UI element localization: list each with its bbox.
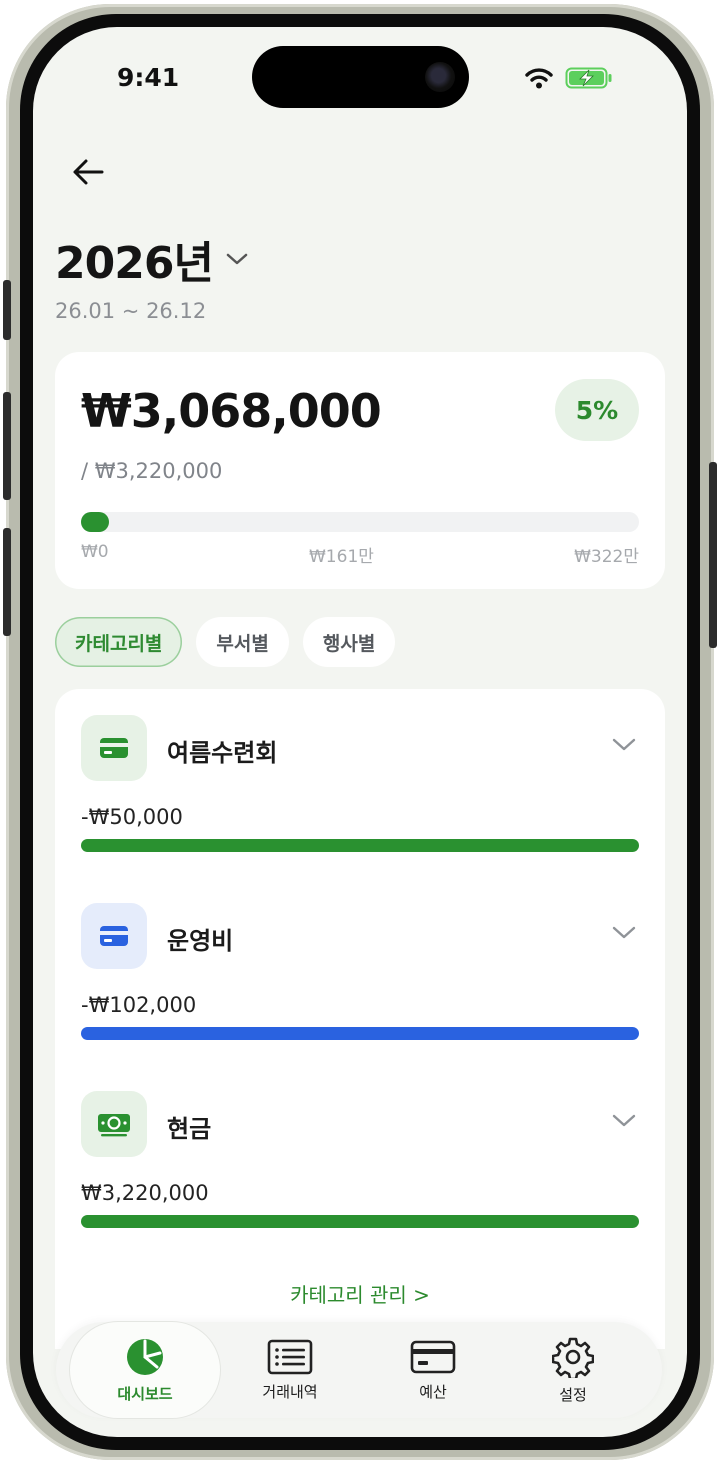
nav-dashboard[interactable]: 대시보드	[70, 1322, 220, 1418]
total-amount: ₩3,068,000	[81, 384, 382, 438]
progress-fill	[81, 512, 109, 532]
scale-min: ₩0	[81, 542, 109, 562]
category-icon-box	[81, 715, 147, 781]
manage-categories-link[interactable]: 카테고리 관리 >	[55, 1279, 665, 1308]
battery-charging-icon	[565, 67, 612, 89]
percent-badge: 5%	[555, 379, 639, 441]
list-icon	[267, 1339, 313, 1374]
tab-department[interactable]: 부서별	[196, 617, 289, 667]
category-amount: -₩102,000	[81, 993, 197, 1017]
category-name: 여름수련회	[167, 739, 278, 767]
nav-label: 예산	[419, 1382, 447, 1401]
arrow-left-icon	[73, 159, 104, 185]
summary-card: ₩3,068,000 5% / ₩3,220,000 ₩0 ₩161만 ₩322…	[55, 352, 665, 589]
chevron-down-icon[interactable]	[611, 737, 637, 753]
cash-icon	[98, 1114, 130, 1137]
status-icons	[525, 67, 613, 89]
category-list: 여름수련회 -₩50,000 운영비 -₩102,000 현금 ₩3,220,0…	[55, 689, 665, 1349]
card-icon	[100, 926, 128, 946]
budget-amount: / ₩3,220,000	[81, 459, 223, 483]
app-screen: 9:41 2026년 26.01 ~ 26.12 ₩3,068,000 5% /…	[33, 27, 687, 1437]
view-tabs: 카테고리별 부서별 행사별	[55, 617, 396, 667]
tab-event[interactable]: 행사별	[302, 617, 396, 667]
card-icon	[100, 738, 128, 758]
nav-label: 대시보드	[117, 1384, 173, 1403]
side-button	[3, 280, 11, 340]
category-icon-box	[81, 1091, 147, 1157]
wifi-icon	[525, 68, 553, 89]
category-item[interactable]: 운영비 -₩102,000	[81, 903, 639, 1073]
dynamic-island	[252, 46, 469, 108]
camera-icon	[425, 62, 455, 92]
category-item[interactable]: 현금 ₩3,220,000	[81, 1091, 639, 1261]
nav-transactions[interactable]: 거래내역	[215, 1322, 365, 1418]
tab-category[interactable]: 카테고리별	[55, 617, 183, 667]
chevron-down-icon[interactable]	[611, 925, 637, 941]
progress-track	[81, 512, 639, 532]
scale-mid: ₩161만	[309, 547, 374, 567]
category-name: 현금	[167, 1115, 212, 1143]
nav-label: 거래내역	[262, 1382, 318, 1401]
page-title: 2026년	[55, 238, 214, 289]
year-selector[interactable]: 2026년	[55, 227, 249, 291]
nav-budget[interactable]: 예산	[358, 1322, 508, 1418]
period-range: 26.01 ~ 26.12	[55, 299, 207, 323]
category-amount: ₩3,220,000	[81, 1181, 209, 1205]
category-bar	[81, 839, 639, 852]
category-icon-box	[81, 903, 147, 969]
bottom-nav: 대시보드 거래내역 예산 설정	[56, 1322, 662, 1418]
back-button[interactable]	[71, 157, 107, 187]
card-icon	[410, 1340, 456, 1373]
status-time: 9:41	[117, 63, 180, 92]
category-bar	[81, 1027, 639, 1040]
gear-icon	[552, 1337, 594, 1378]
category-bar	[81, 1215, 639, 1228]
nav-label: 설정	[559, 1385, 587, 1404]
pie-chart-icon	[127, 1338, 163, 1375]
side-button	[709, 462, 717, 648]
chevron-down-icon	[226, 253, 248, 265]
category-item[interactable]: 여름수련회 -₩50,000	[81, 715, 639, 885]
side-button	[3, 528, 11, 636]
nav-settings[interactable]: 설정	[498, 1322, 648, 1418]
category-amount: -₩50,000	[81, 805, 183, 829]
category-name: 운영비	[167, 927, 234, 955]
side-button	[3, 392, 11, 500]
scale-max: ₩322만	[574, 547, 639, 567]
chevron-down-icon[interactable]	[611, 1113, 637, 1129]
